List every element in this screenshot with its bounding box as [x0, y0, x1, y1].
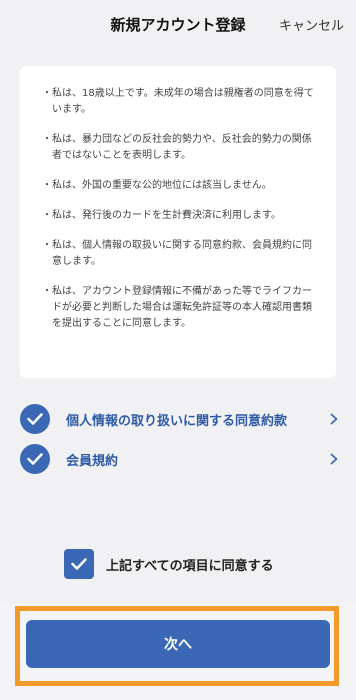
checkmark-icon: [71, 558, 87, 570]
privacy-consent-label: 個人情報の取り扱いに関する同意約款: [66, 413, 288, 429]
terms-item: ・私は、発行後のカードを生計費決済に利用します。: [42, 208, 314, 224]
terms-item-text: 私は、暴力団などの反社会的勢力や、反社会的勢力の関係者ではないことを表明します。: [52, 134, 312, 161]
bullet: ・: [42, 240, 52, 251]
chevron-right-icon: [330, 450, 340, 469]
terms-item: ・私は、18歳以上です。未成年の場合は親権者の同意を得ています。: [42, 86, 314, 118]
checkmark-circle-icon[interactable]: [20, 444, 50, 474]
bullet: ・: [42, 210, 52, 221]
membership-terms-label: 会員規約: [66, 453, 119, 469]
membership-terms-row[interactable]: 会員規約: [20, 444, 340, 474]
privacy-consent-row[interactable]: 個人情報の取り扱いに関する同意約款: [20, 404, 340, 434]
bullet: ・: [42, 88, 52, 99]
cancel-button[interactable]: キャンセル: [279, 15, 344, 34]
bullet: ・: [42, 134, 52, 145]
terms-item-text: 私は、発行後のカードを生計費決済に利用します。: [52, 210, 281, 221]
bullet: ・: [42, 180, 52, 191]
bullet: ・: [42, 286, 52, 297]
terms-card: ・私は、18歳以上です。未成年の場合は親権者の同意を得ています。 ・私は、暴力団…: [20, 66, 336, 378]
checkmark-circle-icon[interactable]: [20, 404, 50, 434]
chevron-right-icon: [330, 410, 340, 429]
next-button[interactable]: 次へ: [26, 620, 330, 668]
agree-all-label: 上記すべての項目に同意する: [106, 558, 274, 574]
terms-item: ・私は、個人情報の取扱いに関する同意約款、会員規約に同意します。: [42, 238, 314, 270]
terms-item: ・私は、アカウント登録情報に不備があった等でライフカードが必要と判断した場合は運…: [42, 284, 314, 332]
agree-all-row[interactable]: 上記すべての項目に同意する: [64, 549, 274, 579]
agree-all-checkbox[interactable]: [64, 549, 94, 579]
terms-item: ・私は、外国の重要な公的地位には該当しません。: [42, 178, 314, 194]
terms-item-text: 私は、アカウント登録情報に不備があった等でライフカードが必要と判断した場合は運転…: [52, 286, 312, 329]
terms-list: ・私は、18歳以上です。未成年の場合は親権者の同意を得ています。 ・私は、暴力団…: [20, 66, 336, 332]
app-header: 新規アカウント登録 キャンセル: [0, 0, 356, 48]
terms-item-text: 私は、個人情報の取扱いに関する同意約款、会員規約に同意します。: [52, 240, 312, 267]
terms-item-text: 私は、18歳以上です。未成年の場合は親権者の同意を得ています。: [52, 88, 314, 115]
terms-item-text: 私は、外国の重要な公的地位には該当しません。: [52, 180, 272, 191]
terms-item: ・私は、暴力団などの反社会的勢力や、反社会的勢力の関係者ではないことを表明します…: [42, 132, 314, 164]
